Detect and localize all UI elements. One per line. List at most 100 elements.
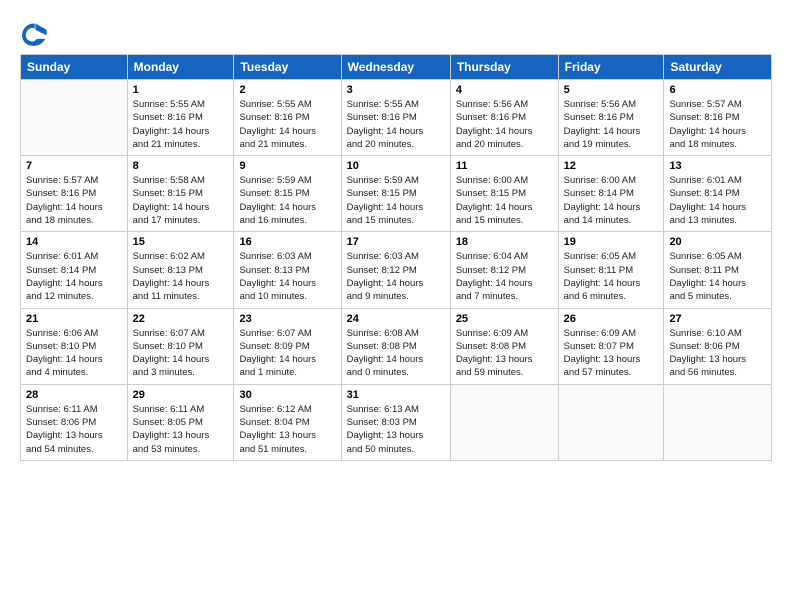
day-number: 25 xyxy=(456,313,553,325)
calendar-day-header: Wednesday xyxy=(341,55,450,80)
calendar-cell: 15 Sunrise: 6:02 AMSunset: 8:13 PMDayligh… xyxy=(127,232,234,308)
main-container: SundayMondayTuesdayWednesdayThursdayFrid… xyxy=(0,0,792,471)
day-number: 28 xyxy=(26,389,122,401)
day-info: Sunrise: 6:06 AMSunset: 8:10 PMDaylight:… xyxy=(26,327,122,380)
day-number: 17 xyxy=(347,236,445,248)
calendar-day-header: Friday xyxy=(558,55,664,80)
calendar-cell: 8Sunrise: 5:58 AMSunset: 8:15 PMDaylight… xyxy=(127,156,234,232)
calendar-cell: 24 Sunrise: 6:08 AMSunset: 8:08 PMDayligh… xyxy=(341,308,450,384)
day-info: Sunrise: 6:01 AMSunset: 8:14 PMDaylight:… xyxy=(669,174,766,227)
logo-icon xyxy=(20,20,48,48)
day-info: Sunrise: 5:55 AMSunset: 8:16 PMDaylight:… xyxy=(347,98,445,151)
calendar-cell: 20 Sunrise: 6:05 AMSunset: 8:11 PMDayligh… xyxy=(664,232,772,308)
calendar-cell: 7Sunrise: 5:57 AMSunset: 8:16 PMDaylight… xyxy=(21,156,128,232)
day-number: 22 xyxy=(133,313,229,325)
calendar-week-row: 28 Sunrise: 6:11 AMSunset: 8:06 PMDayligh… xyxy=(21,384,772,460)
day-info: Sunrise: 6:12 AMSunset: 8:04 PMDaylight:… xyxy=(239,403,335,456)
day-number: 8 xyxy=(133,160,229,172)
calendar-cell: 29Sunrise: 6:11 AMSunset: 8:05 PMDayligh… xyxy=(127,384,234,460)
day-info: Sunrise: 6:00 AMSunset: 8:14 PMDaylight:… xyxy=(564,174,659,227)
day-info: Sunrise: 6:07 AMSunset: 8:09 PMDaylight:… xyxy=(239,327,335,380)
logo xyxy=(20,20,52,48)
calendar-cell xyxy=(558,384,664,460)
calendar-cell: 13 Sunrise: 6:01 AMSunset: 8:14 PMDayligh… xyxy=(664,156,772,232)
calendar-cell: 6 Sunrise: 5:57 AMSunset: 8:16 PMDaylight… xyxy=(664,80,772,156)
day-number: 30 xyxy=(239,389,335,401)
calendar-header-row: SundayMondayTuesdayWednesdayThursdayFrid… xyxy=(21,55,772,80)
day-info: Sunrise: 5:55 AMSunset: 8:16 PMDaylight:… xyxy=(239,98,335,151)
calendar-day-header: Tuesday xyxy=(234,55,341,80)
calendar-cell: 1Sunrise: 5:55 AMSunset: 8:16 PMDaylight… xyxy=(127,80,234,156)
calendar-cell: 21Sunrise: 6:06 AMSunset: 8:10 PMDayligh… xyxy=(21,308,128,384)
day-number: 27 xyxy=(669,313,766,325)
calendar-cell: 10 Sunrise: 5:59 AMSunset: 8:15 PMDayligh… xyxy=(341,156,450,232)
day-number: 10 xyxy=(347,160,445,172)
calendar-week-row: 7Sunrise: 5:57 AMSunset: 8:16 PMDaylight… xyxy=(21,156,772,232)
day-number: 12 xyxy=(564,160,659,172)
day-number: 4 xyxy=(456,84,553,96)
calendar-day-header: Monday xyxy=(127,55,234,80)
calendar-week-row: 14Sunrise: 6:01 AMSunset: 8:14 PMDayligh… xyxy=(21,232,772,308)
calendar-cell: 14Sunrise: 6:01 AMSunset: 8:14 PMDayligh… xyxy=(21,232,128,308)
calendar-cell: 11 Sunrise: 6:00 AMSunset: 8:15 PMDayligh… xyxy=(450,156,558,232)
day-number: 23 xyxy=(239,313,335,325)
day-number: 5 xyxy=(564,84,659,96)
calendar-day-header: Sunday xyxy=(21,55,128,80)
calendar-cell: 16 Sunrise: 6:03 AMSunset: 8:13 PMDayligh… xyxy=(234,232,341,308)
calendar-day-header: Saturday xyxy=(664,55,772,80)
calendar-week-row: 21Sunrise: 6:06 AMSunset: 8:10 PMDayligh… xyxy=(21,308,772,384)
day-info: Sunrise: 6:10 AMSunset: 8:06 PMDaylight:… xyxy=(669,327,766,380)
day-number: 31 xyxy=(347,389,445,401)
day-number: 3 xyxy=(347,84,445,96)
calendar-cell: 25 Sunrise: 6:09 AMSunset: 8:08 PMDayligh… xyxy=(450,308,558,384)
calendar-cell: 2 Sunrise: 5:55 AMSunset: 8:16 PMDaylight… xyxy=(234,80,341,156)
day-number: 1 xyxy=(133,84,229,96)
calendar-cell: 17 Sunrise: 6:03 AMSunset: 8:12 PMDayligh… xyxy=(341,232,450,308)
day-info: Sunrise: 6:02 AMSunset: 8:13 PMDaylight:… xyxy=(133,250,229,303)
day-number: 2 xyxy=(239,84,335,96)
calendar-cell xyxy=(664,384,772,460)
day-info: Sunrise: 6:00 AMSunset: 8:15 PMDaylight:… xyxy=(456,174,553,227)
calendar-cell: 18Sunrise: 6:04 AMSunset: 8:12 PMDayligh… xyxy=(450,232,558,308)
day-info: Sunrise: 5:56 AMSunset: 8:16 PMDaylight:… xyxy=(564,98,659,151)
calendar-cell: 26 Sunrise: 6:09 AMSunset: 8:07 PMDayligh… xyxy=(558,308,664,384)
day-info: Sunrise: 6:09 AMSunset: 8:08 PMDaylight:… xyxy=(456,327,553,380)
day-info: Sunrise: 5:56 AMSunset: 8:16 PMDaylight:… xyxy=(456,98,553,151)
calendar-cell: 30 Sunrise: 6:12 AMSunset: 8:04 PMDayligh… xyxy=(234,384,341,460)
day-info: Sunrise: 6:01 AMSunset: 8:14 PMDaylight:… xyxy=(26,250,122,303)
day-info: Sunrise: 6:11 AMSunset: 8:05 PMDaylight:… xyxy=(133,403,229,456)
calendar-cell: 28 Sunrise: 6:11 AMSunset: 8:06 PMDayligh… xyxy=(21,384,128,460)
day-number: 15 xyxy=(133,236,229,248)
calendar-cell: 23 Sunrise: 6:07 AMSunset: 8:09 PMDayligh… xyxy=(234,308,341,384)
calendar-day-header: Thursday xyxy=(450,55,558,80)
calendar-table: SundayMondayTuesdayWednesdayThursdayFrid… xyxy=(20,54,772,461)
day-info: Sunrise: 6:13 AMSunset: 8:03 PMDaylight:… xyxy=(347,403,445,456)
calendar-cell: 31 Sunrise: 6:13 AMSunset: 8:03 PMDayligh… xyxy=(341,384,450,460)
day-info: Sunrise: 6:03 AMSunset: 8:12 PMDaylight:… xyxy=(347,250,445,303)
day-number: 18 xyxy=(456,236,553,248)
day-number: 26 xyxy=(564,313,659,325)
day-info: Sunrise: 5:57 AMSunset: 8:16 PMDaylight:… xyxy=(669,98,766,151)
calendar-cell xyxy=(450,384,558,460)
calendar-cell: 12 Sunrise: 6:00 AMSunset: 8:14 PMDayligh… xyxy=(558,156,664,232)
day-number: 20 xyxy=(669,236,766,248)
day-number: 11 xyxy=(456,160,553,172)
day-info: Sunrise: 6:03 AMSunset: 8:13 PMDaylight:… xyxy=(239,250,335,303)
calendar-cell: 22 Sunrise: 6:07 AMSunset: 8:10 PMDayligh… xyxy=(127,308,234,384)
calendar-cell: 9Sunrise: 5:59 AMSunset: 8:15 PMDaylight… xyxy=(234,156,341,232)
day-number: 6 xyxy=(669,84,766,96)
day-info: Sunrise: 5:57 AMSunset: 8:16 PMDaylight:… xyxy=(26,174,122,227)
day-info: Sunrise: 6:11 AMSunset: 8:06 PMDaylight:… xyxy=(26,403,122,456)
day-info: Sunrise: 5:59 AMSunset: 8:15 PMDaylight:… xyxy=(347,174,445,227)
calendar-cell: 27 Sunrise: 6:10 AMSunset: 8:06 PMDayligh… xyxy=(664,308,772,384)
day-info: Sunrise: 6:07 AMSunset: 8:10 PMDaylight:… xyxy=(133,327,229,380)
day-info: Sunrise: 6:08 AMSunset: 8:08 PMDaylight:… xyxy=(347,327,445,380)
day-number: 24 xyxy=(347,313,445,325)
day-info: Sunrise: 6:09 AMSunset: 8:07 PMDaylight:… xyxy=(564,327,659,380)
day-number: 13 xyxy=(669,160,766,172)
calendar-cell: 3 Sunrise: 5:55 AMSunset: 8:16 PMDaylight… xyxy=(341,80,450,156)
calendar-cell: 4 Sunrise: 5:56 AMSunset: 8:16 PMDaylight… xyxy=(450,80,558,156)
calendar-week-row: 1 Sunrise: 5:55 AMSunset: 8:16 PMDaylight… xyxy=(21,80,772,156)
day-number: 16 xyxy=(239,236,335,248)
day-info: Sunrise: 6:05 AMSunset: 8:11 PMDaylight:… xyxy=(669,250,766,303)
